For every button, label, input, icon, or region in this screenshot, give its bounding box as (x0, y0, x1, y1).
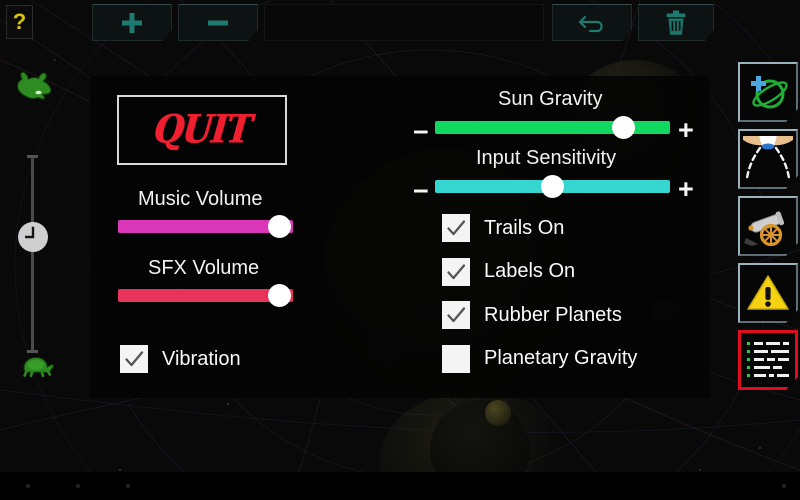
turtle-icon (23, 356, 54, 378)
planet-body (485, 400, 511, 426)
list-icon (747, 342, 789, 377)
input-sensitivity-minus-button[interactable]: − (413, 178, 429, 205)
vibration-checkbox-box[interactable] (120, 345, 148, 373)
help-button[interactable]: ? (6, 5, 33, 39)
rubber-planets-checkbox[interactable]: Rubber Planets (442, 301, 622, 329)
rabbit-icon (16, 71, 52, 100)
launch-planet-button[interactable] (738, 129, 798, 189)
rubber-planets-checkbox-label: Rubber Planets (484, 303, 622, 326)
sun-gravity-minus-button[interactable]: − (413, 119, 429, 146)
trails-on-checkbox-box[interactable] (442, 214, 470, 242)
add-planet-button[interactable] (738, 62, 798, 122)
right-toolbar (735, 62, 800, 397)
input-sensitivity-plus-button[interactable]: + (678, 176, 694, 203)
trails-on-checkbox[interactable]: Trails On (442, 214, 564, 242)
music-volume-track (118, 220, 293, 233)
settings-panel: QUIT Music Volume SFX Volume Vibration S… (90, 76, 710, 398)
speed-slider-track[interactable] (31, 157, 34, 352)
nav-dot[interactable] (76, 484, 80, 488)
top-toolbar: ? (0, 0, 800, 45)
planetary-gravity-checkbox[interactable]: Planetary Gravity (442, 344, 638, 373)
checkmark-icon (447, 307, 466, 323)
warning-button[interactable] (738, 263, 798, 323)
simulation-speed-slider[interactable] (5, 62, 60, 402)
trails-on-checkbox-label: Trails On (484, 216, 565, 239)
minus-icon (208, 20, 228, 25)
undo-button[interactable] (552, 4, 632, 41)
labels-on-checkbox-box[interactable] (442, 257, 470, 286)
sun-gravity-plus-button[interactable]: + (678, 117, 694, 144)
sun-gravity-slider[interactable] (435, 116, 670, 139)
settings-list-button[interactable] (738, 330, 798, 390)
sfx-volume-slider[interactable] (118, 284, 293, 307)
title-strip (264, 4, 544, 41)
plus-icon (122, 12, 142, 33)
sfx-volume-label: SFX Volume (148, 257, 260, 279)
sun-gravity-track (435, 121, 670, 134)
quit-button[interactable]: QUIT (117, 95, 287, 165)
sun-gravity-label: Sun Gravity (498, 88, 603, 110)
input-sensitivity-label: Input Sensitivity (476, 147, 617, 169)
labels-on-checkbox[interactable]: Labels On (442, 257, 576, 286)
sun-gravity-knob[interactable] (611, 116, 635, 139)
warning-triangle-icon (747, 275, 789, 310)
input-sensitivity-knob[interactable] (541, 175, 564, 198)
slingshot-icon (743, 136, 793, 180)
checkmark-icon (125, 351, 144, 367)
music-volume-label: Music Volume (138, 188, 263, 210)
zoom-out-button[interactable] (178, 4, 258, 41)
vibration-checkbox[interactable]: Vibration (120, 345, 241, 373)
planet-plus-icon (751, 76, 788, 109)
question-mark-icon: ? (12, 9, 27, 34)
music-volume-knob[interactable] (267, 215, 291, 238)
nav-dot[interactable] (26, 484, 30, 488)
nav-dot[interactable] (782, 484, 786, 488)
sfx-volume-knob[interactable] (267, 284, 291, 307)
input-sensitivity-slider[interactable] (435, 175, 670, 198)
planetary-gravity-checkbox-box[interactable] (442, 344, 470, 373)
rubber-planets-checkbox-box[interactable] (442, 301, 470, 329)
cannon-button[interactable] (738, 196, 798, 256)
labels-on-checkbox-label: Labels On (484, 260, 576, 282)
checkmark-icon (447, 263, 466, 279)
vibration-label: Vibration (162, 347, 241, 370)
music-volume-slider[interactable] (118, 215, 293, 238)
speed-slider-knob[interactable] (18, 222, 48, 252)
system-navigation-bar (0, 472, 800, 500)
planetary-gravity-checkbox-label: Planetary Gravity (484, 347, 638, 369)
undo-icon (578, 15, 603, 32)
cannon-icon (744, 211, 785, 247)
clock-icon (18, 222, 48, 252)
trash-icon (666, 10, 686, 35)
sfx-volume-track (118, 289, 293, 302)
quit-button-label: QUIT (151, 107, 253, 153)
delete-button[interactable] (638, 4, 714, 41)
zoom-in-button[interactable] (92, 4, 172, 41)
checkmark-icon (447, 220, 466, 236)
nav-dot[interactable] (126, 484, 130, 488)
